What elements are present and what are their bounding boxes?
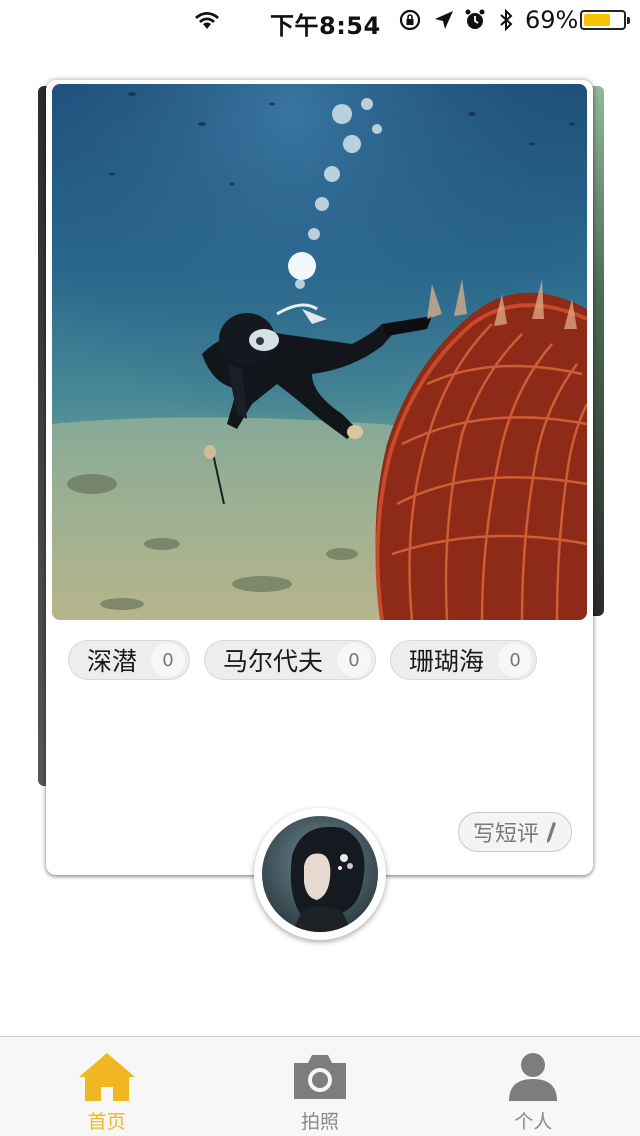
tag-count: 0 (151, 643, 186, 677)
tag-chip[interactable]: 深潜 0 (68, 640, 191, 680)
tag-chip[interactable]: 珊瑚海 0 (390, 640, 538, 680)
tab-label: 首页 (87, 1111, 126, 1133)
tab-bar: 首页 拍照 个人 (0, 1036, 640, 1136)
post-card[interactable]: 深潜 0 马尔代夫 0 珊瑚海 0 写短评 (46, 80, 593, 875)
tag-chip[interactable]: 马尔代夫 0 (204, 640, 377, 680)
tag-count: 0 (337, 643, 372, 677)
battery-fill (584, 14, 611, 26)
wifi-icon (195, 12, 219, 29)
write-review-button[interactable]: 写短评 (458, 812, 572, 852)
location-arrow-icon (435, 11, 453, 29)
tab-camera[interactable]: 拍照 (213, 1037, 426, 1136)
alarm-icon (465, 9, 485, 29)
tag-label: 深潜 (87, 647, 138, 676)
bluetooth-icon (500, 8, 513, 32)
underwater-diver-photo[interactable] (52, 84, 587, 620)
tag-label: 珊瑚海 (409, 647, 485, 676)
home-icon (78, 1053, 135, 1101)
tab-label: 个人 (514, 1111, 553, 1133)
camera-icon (293, 1055, 346, 1099)
tag-list: 深潜 0 马尔代夫 0 珊瑚海 0 (68, 640, 538, 680)
pencil-icon (547, 822, 557, 843)
tab-home[interactable]: 首页 (0, 1037, 213, 1136)
status-time: 下午8:54 (270, 12, 381, 40)
person-icon (509, 1053, 558, 1101)
status-bar: 下午8:54 69% (0, 0, 640, 40)
user-avatar (262, 816, 378, 932)
orientation-lock-icon (399, 9, 421, 31)
battery-percent: 69% (525, 6, 579, 34)
tag-count: 0 (498, 643, 533, 677)
tag-label: 马尔代夫 (223, 647, 324, 676)
avatar-button[interactable] (254, 808, 386, 940)
tab-label: 拍照 (300, 1111, 339, 1133)
battery-icon (580, 10, 630, 30)
write-review-label: 写短评 (473, 822, 540, 847)
tab-profile[interactable]: 个人 (427, 1037, 640, 1136)
